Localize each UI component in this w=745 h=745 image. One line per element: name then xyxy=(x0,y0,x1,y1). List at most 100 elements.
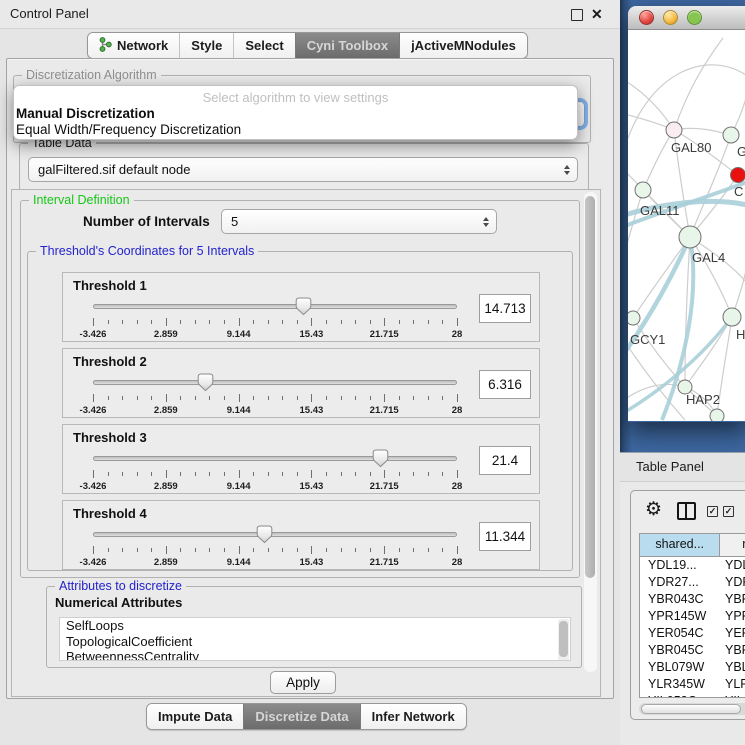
tab-label: Discretize Data xyxy=(255,709,348,724)
node-label: GAL80 xyxy=(671,140,711,155)
table-row[interactable]: YLR345WYLR3 xyxy=(640,676,745,693)
network-edge xyxy=(674,128,731,135)
bottom-tab-bar: Impute Data Discretize Data Infer Network xyxy=(146,703,467,730)
cell-name[interactable]: YER0 xyxy=(720,625,745,642)
tab-cyni-toolbox[interactable]: Cyni Toolbox xyxy=(295,33,399,58)
threshold-slider[interactable]: -3.4262.8599.14415.4321.71528 xyxy=(93,525,457,569)
tab-infer-network[interactable]: Infer Network xyxy=(360,704,466,729)
tab-discretize-data[interactable]: Discretize Data xyxy=(243,704,359,729)
cell-shared-name[interactable]: YER054C xyxy=(640,625,720,642)
checkbox-icon[interactable]: ✓ xyxy=(707,506,718,517)
horizontal-scrollbar[interactable] xyxy=(639,703,745,715)
cell-name[interactable]: YPR1 xyxy=(720,608,745,625)
cell-name[interactable]: YBR0 xyxy=(720,591,745,608)
table-row[interactable]: YPR145WYPR1 xyxy=(640,608,745,625)
cell-shared-name[interactable]: YBR043C xyxy=(640,591,720,608)
slider-track[interactable] xyxy=(93,456,457,461)
table-row[interactable]: YIL052CYIL0 xyxy=(640,693,745,698)
tab-label: Network xyxy=(117,38,168,53)
table-row[interactable]: YER054CYER0 xyxy=(640,625,745,642)
gear-icon[interactable]: ⚙ xyxy=(645,498,662,521)
threshold-value-field[interactable]: 6.316 xyxy=(479,370,531,399)
slider-track[interactable] xyxy=(93,304,457,309)
cell-name[interactable]: YBR0 xyxy=(720,642,745,659)
slider-ticks xyxy=(93,394,457,403)
cell-name[interactable]: YIL0 xyxy=(720,693,745,698)
tab-style[interactable]: Style xyxy=(179,33,233,58)
gcy1-node[interactable] xyxy=(628,311,640,325)
table-row[interactable]: YBL079WYBL0 xyxy=(640,659,745,676)
number-of-intervals-combobox[interactable]: 5 xyxy=(221,209,497,234)
numerical-attributes-list[interactable]: SelfLoopsTopologicalCoefficientBetweenne… xyxy=(59,617,571,661)
table-row[interactable]: YDR27...YDR2 xyxy=(640,574,745,591)
zoom-window-icon[interactable] xyxy=(687,10,702,25)
gal11-node[interactable] xyxy=(635,182,651,198)
cell-shared-name[interactable]: YDL19... xyxy=(640,557,720,574)
gal4-node[interactable] xyxy=(679,226,701,248)
threshold-slider[interactable]: -3.4262.8599.14415.4321.71528 xyxy=(93,297,457,341)
cell-shared-name[interactable]: YPR145W xyxy=(640,608,720,625)
threshold-label: Threshold 2 xyxy=(73,354,147,369)
cell-name[interactable]: YDL1 xyxy=(720,557,745,574)
float-window-icon[interactable] xyxy=(571,9,583,21)
slider-thumb-icon[interactable] xyxy=(295,297,312,316)
network-window-titlebar xyxy=(628,6,745,30)
attributes-group: Attributes to discretize Numerical Attri… xyxy=(46,586,582,668)
attribute-list-item[interactable]: BetweennessCentrality xyxy=(60,649,570,661)
attribute-list-item[interactable]: TopologicalCoefficient xyxy=(60,634,570,650)
checkbox-icon[interactable]: ✓ xyxy=(723,506,734,517)
apply-button[interactable]: Apply xyxy=(270,671,336,694)
threshold-slider[interactable]: -3.4262.8599.14415.4321.71528 xyxy=(93,373,457,417)
algorithm-option[interactable]: Equal Width/Frequency Discretization xyxy=(14,122,577,138)
vertical-scrollbar[interactable] xyxy=(584,192,597,672)
cell-shared-name[interactable]: YBL079W xyxy=(640,659,720,676)
node[interactable] xyxy=(723,308,741,326)
node[interactable] xyxy=(723,127,739,143)
table-row[interactable]: YDL19...YDL1 xyxy=(640,557,745,574)
cell-name[interactable]: YDR2 xyxy=(720,574,745,591)
slider-track[interactable] xyxy=(93,532,457,537)
table-panel-title: Table Panel xyxy=(620,453,745,481)
threshold-slider[interactable]: -3.4262.8599.14415.4321.71528 xyxy=(93,449,457,493)
network-canvas[interactable]: GAL80GCGAL11GAL4GCY1HHAP2 xyxy=(628,30,745,421)
control-panel-titlebar: Control Panel ✕ xyxy=(0,0,620,29)
table-panel: ⚙ ✓ ✓ shared... na YDL19...YDL1YDR27...Y… xyxy=(630,490,745,720)
table-row[interactable]: YBR043CYBR0 xyxy=(640,591,745,608)
table-row[interactable]: YBR045CYBR0 xyxy=(640,642,745,659)
algorithm-option[interactable]: Manual Discretization xyxy=(14,106,577,122)
minimize-window-icon[interactable] xyxy=(663,10,678,25)
column-header-shared[interactable]: shared... xyxy=(640,534,720,556)
table-data-combobox[interactable]: galFiltered.sif default node xyxy=(28,157,578,182)
node[interactable] xyxy=(710,409,724,421)
cell-shared-name[interactable]: YLR345W xyxy=(640,676,720,693)
red-node[interactable] xyxy=(731,168,745,183)
horizontal-scrollbar-thumb[interactable] xyxy=(641,704,741,714)
cell-shared-name[interactable]: YBR045C xyxy=(640,642,720,659)
slider-thumb-icon[interactable] xyxy=(372,449,389,468)
cell-shared-name[interactable]: YDR27... xyxy=(640,574,720,591)
node-attribute-table[interactable]: shared... na YDL19...YDL1YDR27...YDR2YBR… xyxy=(639,533,745,698)
cell-shared-name[interactable]: YIL052C xyxy=(640,693,720,698)
list-scrollbar[interactable] xyxy=(558,619,569,661)
cell-name[interactable]: YLR3 xyxy=(720,676,745,693)
tab-impute-data[interactable]: Impute Data xyxy=(147,704,243,729)
slider-thumb-icon[interactable] xyxy=(256,525,273,544)
cell-name[interactable]: YBL0 xyxy=(720,659,745,676)
split-pane-icon[interactable] xyxy=(677,502,696,520)
close-window-icon[interactable] xyxy=(639,10,654,25)
threshold-value-field[interactable]: 11.344 xyxy=(479,522,531,551)
attribute-list-item[interactable]: SelfLoops xyxy=(60,618,570,634)
group-title: Interval Definition xyxy=(29,193,134,208)
slider-thumb-icon[interactable] xyxy=(197,373,214,392)
tab-jactivemnodules[interactable]: jActiveMNodules xyxy=(399,33,527,58)
slider-track[interactable] xyxy=(93,380,457,385)
gal80-node[interactable] xyxy=(666,122,682,138)
tab-network[interactable]: Network xyxy=(88,33,179,58)
threshold-value-field[interactable]: 14.713 xyxy=(479,294,531,323)
close-icon[interactable]: ✕ xyxy=(591,6,603,22)
column-header-name[interactable]: na xyxy=(720,534,745,556)
network-icon xyxy=(99,37,112,55)
vertical-scrollbar-thumb[interactable] xyxy=(585,196,595,578)
threshold-value-field[interactable]: 21.4 xyxy=(479,446,531,475)
tab-select[interactable]: Select xyxy=(233,33,294,58)
